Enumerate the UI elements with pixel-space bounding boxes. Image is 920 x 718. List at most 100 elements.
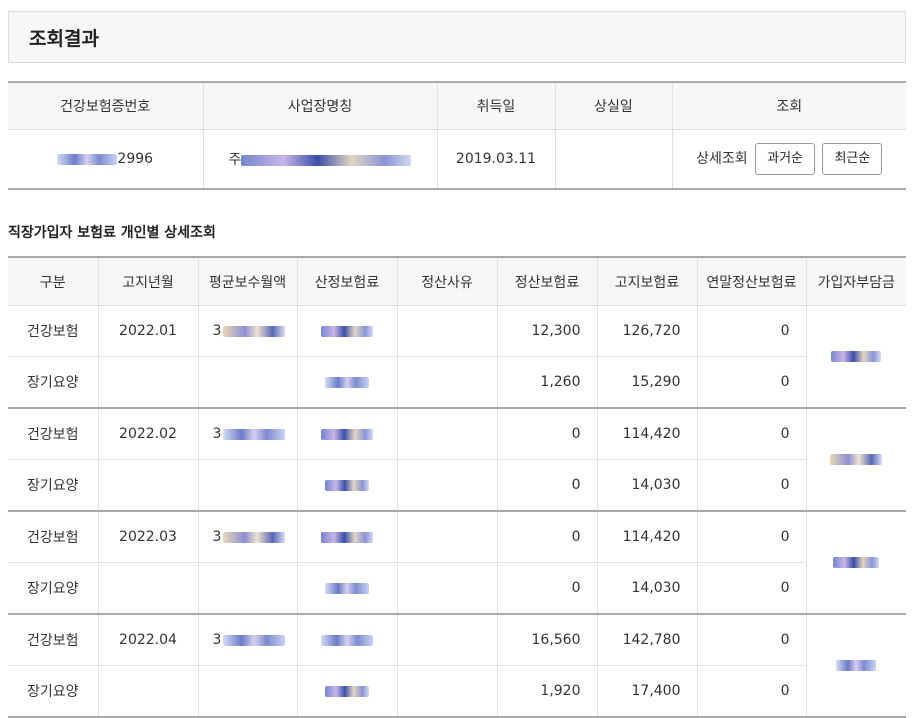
row-calc-premium: [296, 356, 397, 409]
header-category: 구분: [8, 257, 98, 306]
row-avg-pay: 3: [197, 511, 297, 563]
row-yearend-premium: 0: [696, 562, 806, 615]
acquired-date-cell: 2019.03.11: [436, 129, 555, 189]
table-row: 건강보험 2022.04 3 16,560 142,780 0: [8, 614, 906, 718]
row-month: 2022.01: [97, 305, 198, 357]
row-month: 2022.02: [97, 408, 198, 460]
row-type: 건강보험: [8, 511, 98, 563]
row-type: 장기요양: [8, 356, 98, 409]
section-title: 직장가입자 보험료 개인별 상세조회: [8, 225, 216, 241]
table-row: 건강보험 2022.02 3 0 114,420 0: [8, 408, 906, 512]
row-avg-pay: [197, 562, 297, 615]
header-member-share: 가입자부담금: [805, 257, 906, 306]
row-notice-premium: 17,400: [596, 665, 697, 718]
result-header: 조회결과: [8, 11, 906, 63]
header-lookup: 조회: [671, 82, 906, 130]
summary-table: 건강보험증번호 사업장명칭 취득일 상실일 조회 2996 주 2019.03.…: [8, 81, 906, 190]
sort-past-button[interactable]: 과거순: [755, 143, 816, 175]
row-yearend-premium: 0: [696, 511, 806, 563]
row-settle-premium: 0: [496, 562, 597, 615]
row-notice-premium: 126,720: [596, 305, 697, 357]
row-notice-premium: 114,420: [596, 511, 697, 563]
header-workplace-name: 사업장명칭: [202, 82, 437, 130]
summary-row: 2996 주 2019.03.11 상세조회 과거순 최근순: [8, 129, 906, 190]
row-settle-reason: [396, 356, 497, 409]
row-calc-premium: [296, 614, 397, 666]
header-settlement-premium: 정산보험료: [496, 257, 597, 306]
detail-table: 구분 고지년월 평균보수월액 산정보험료 정산사유 정산보험료 고지보험료 연말…: [8, 256, 906, 718]
sort-recent-button[interactable]: 최근순: [822, 143, 883, 175]
row-settle-reason: [396, 408, 497, 460]
row-type: 건강보험: [8, 614, 98, 666]
table-row: 장기요양 0 14,030 0: [8, 562, 906, 615]
masked-insurance-no: [57, 153, 118, 165]
row-yearend-premium: 0: [696, 408, 806, 460]
row-month: [97, 459, 198, 512]
header-settlement-reason: 정산사유: [396, 257, 497, 306]
row-member-share: [805, 408, 906, 512]
row-type: 장기요양: [8, 459, 98, 512]
row-yearend-premium: 0: [696, 356, 806, 409]
row-month: 2022.03: [97, 511, 198, 563]
row-member-share: [805, 305, 906, 409]
row-avg-pay: 3: [197, 614, 297, 666]
row-calc-premium: [296, 459, 397, 512]
table-row: 건강보험 2022.01 3 12,300 126,720 0: [8, 305, 906, 409]
row-settle-premium: 0: [496, 459, 597, 512]
page-title: 조회결과: [29, 28, 99, 50]
table-row: 건강보험 2022.03 3 0 114,420 0: [8, 511, 906, 615]
header-lost-date: 상실일: [554, 82, 672, 130]
row-type: 건강보험: [8, 408, 98, 460]
workplace-prefix: 주: [228, 152, 242, 168]
lookup-cell: 상세조회 과거순 최근순: [671, 129, 906, 189]
workplace-name-cell: 주: [202, 129, 437, 189]
row-calc-premium: [296, 511, 397, 563]
row-settle-reason: [396, 305, 497, 357]
row-calc-premium: [296, 665, 397, 718]
header-notice-premium: 고지보험료: [596, 257, 697, 306]
row-settle-premium: 1,920: [496, 665, 597, 718]
row-notice-premium: 114,420: [596, 408, 697, 460]
row-member-share: [805, 511, 906, 615]
row-month: [97, 665, 198, 718]
insurance-no-suffix: 2996: [117, 151, 154, 167]
row-yearend-premium: 0: [696, 665, 806, 718]
row-month: [97, 356, 198, 409]
row-notice-premium: 14,030: [596, 459, 697, 512]
row-settle-premium: 16,560: [496, 614, 597, 666]
insurance-no-cell: 2996: [8, 130, 203, 190]
header-notice-month: 고지년월: [97, 257, 198, 306]
header-acquired-date: 취득일: [436, 82, 555, 130]
row-notice-premium: 14,030: [596, 562, 697, 615]
row-yearend-premium: 0: [696, 459, 806, 512]
row-type: 건강보험: [8, 305, 98, 357]
row-settle-reason: [396, 665, 497, 718]
row-calc-premium: [296, 305, 397, 357]
table-row: 장기요양 1,260 15,290 0: [8, 356, 906, 409]
row-settle-reason: [396, 562, 497, 615]
row-month: 2022.04: [97, 614, 198, 666]
row-type: 장기요양: [8, 562, 98, 615]
lost-date-cell: [554, 129, 672, 189]
row-settle-premium: 0: [496, 511, 597, 563]
row-settle-reason: [396, 459, 497, 512]
row-settle-reason: [396, 614, 497, 666]
table-row: 장기요양 0 14,030 0: [8, 459, 906, 512]
row-yearend-premium: 0: [696, 614, 806, 666]
row-avg-pay: 3: [197, 408, 297, 460]
header-yearend-premium: 연말정산보험료: [696, 257, 806, 306]
table-row: 장기요양 1,920 17,400 0: [8, 665, 906, 718]
row-settle-premium: 12,300: [496, 305, 597, 357]
row-avg-pay: [197, 459, 297, 512]
row-calc-premium: [296, 562, 397, 615]
row-notice-premium: 142,780: [596, 614, 697, 666]
detail-lookup-label: 상세조회: [696, 151, 748, 167]
row-settle-reason: [396, 511, 497, 563]
row-month: [97, 562, 198, 615]
row-avg-pay: 3: [197, 305, 297, 357]
row-calc-premium: [296, 408, 397, 460]
header-insurance-no: 건강보험증번호: [8, 82, 203, 130]
row-avg-pay: [197, 356, 297, 409]
row-settle-premium: 1,260: [496, 356, 597, 409]
masked-workplace-name: [241, 154, 412, 166]
